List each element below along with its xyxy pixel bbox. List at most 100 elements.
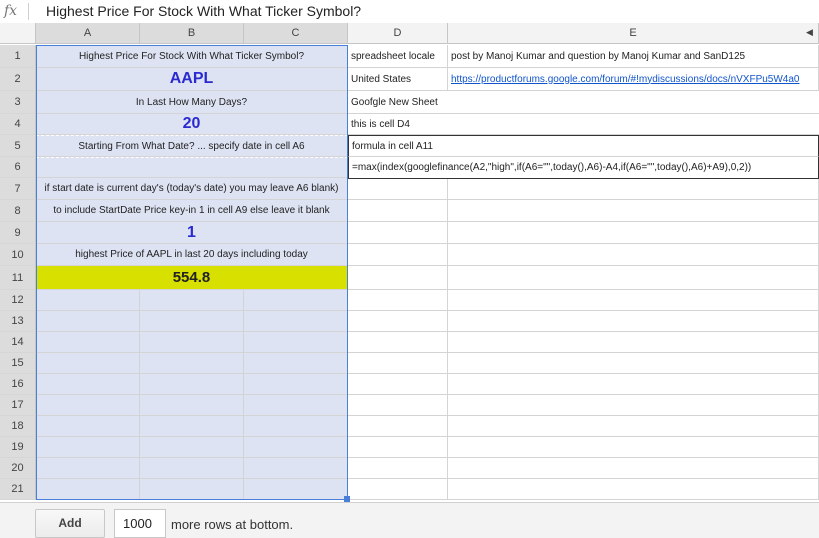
empty-cell[interactable] bbox=[244, 437, 348, 458]
empty-cell[interactable] bbox=[448, 353, 819, 374]
empty-cell[interactable] bbox=[36, 353, 140, 374]
empty-cell[interactable] bbox=[448, 222, 819, 244]
empty-cell[interactable] bbox=[244, 290, 348, 311]
empty-cell[interactable] bbox=[348, 437, 448, 458]
empty-cell[interactable] bbox=[140, 416, 244, 437]
empty-cell[interactable] bbox=[244, 458, 348, 479]
cell-a10[interactable]: highest Price of AAPL in last 20 days in… bbox=[36, 244, 348, 266]
cell-a7[interactable]: if start date is current day's (today's … bbox=[36, 178, 348, 200]
cell-a6-start-date[interactable] bbox=[36, 157, 348, 178]
row-header-9[interactable]: 9 bbox=[0, 222, 36, 244]
cell-d1[interactable]: spreadsheet locale bbox=[348, 45, 448, 68]
column-header-e[interactable]: E bbox=[448, 23, 819, 44]
cell-a8[interactable]: to include StartDate Price key-in 1 in c… bbox=[36, 200, 348, 222]
empty-cell[interactable] bbox=[448, 416, 819, 437]
cell-a1[interactable]: Highest Price For Stock With What Ticker… bbox=[36, 45, 348, 68]
empty-cell[interactable] bbox=[448, 200, 819, 222]
empty-cell[interactable] bbox=[348, 479, 448, 500]
empty-cell[interactable] bbox=[448, 290, 819, 311]
cell-a4-days[interactable]: 20 bbox=[36, 114, 348, 135]
cell-a3[interactable]: In Last How Many Days? bbox=[36, 91, 348, 114]
cell-d2[interactable]: United States bbox=[348, 68, 448, 91]
column-header-a[interactable]: A bbox=[36, 23, 140, 44]
empty-cell[interactable] bbox=[140, 395, 244, 416]
row-header-3[interactable]: 3 bbox=[0, 91, 36, 114]
empty-cell[interactable] bbox=[348, 200, 448, 222]
row-header-6[interactable]: 6 bbox=[0, 157, 36, 178]
empty-cell[interactable] bbox=[348, 178, 448, 200]
cell-e1[interactable]: post by Manoj Kumar and question by Mano… bbox=[448, 45, 819, 68]
row-header-20[interactable]: 20 bbox=[0, 458, 36, 479]
empty-cell[interactable] bbox=[140, 479, 244, 500]
empty-cell[interactable] bbox=[448, 374, 819, 395]
empty-cell[interactable] bbox=[348, 222, 448, 244]
empty-cell[interactable] bbox=[348, 244, 448, 266]
empty-cell[interactable] bbox=[140, 437, 244, 458]
empty-cell[interactable] bbox=[140, 353, 244, 374]
row-header-4[interactable]: 4 bbox=[0, 114, 36, 135]
cell-d5[interactable]: formula in cell A11 bbox=[348, 135, 819, 157]
empty-cell[interactable] bbox=[348, 311, 448, 332]
empty-cell[interactable] bbox=[244, 395, 348, 416]
empty-cell[interactable] bbox=[448, 178, 819, 200]
empty-cell[interactable] bbox=[36, 311, 140, 332]
empty-cell[interactable] bbox=[448, 437, 819, 458]
empty-cell[interactable] bbox=[348, 353, 448, 374]
empty-cell[interactable] bbox=[348, 374, 448, 395]
empty-cell[interactable] bbox=[448, 458, 819, 479]
empty-cell[interactable] bbox=[140, 290, 244, 311]
formula-input[interactable]: Highest Price For Stock With What Ticker… bbox=[46, 3, 361, 19]
row-header-13[interactable]: 13 bbox=[0, 311, 36, 332]
row-header-16[interactable]: 16 bbox=[0, 374, 36, 395]
empty-cell[interactable] bbox=[244, 416, 348, 437]
empty-cell[interactable] bbox=[448, 479, 819, 500]
empty-cell[interactable] bbox=[36, 395, 140, 416]
empty-cell[interactable] bbox=[448, 266, 819, 290]
empty-cell[interactable] bbox=[348, 395, 448, 416]
empty-cell[interactable] bbox=[244, 311, 348, 332]
empty-cell[interactable] bbox=[348, 266, 448, 290]
add-rows-button[interactable]: Add bbox=[35, 509, 105, 538]
rows-count-input[interactable]: 1000 bbox=[114, 509, 166, 538]
row-header-18[interactable]: 18 bbox=[0, 416, 36, 437]
empty-cell[interactable] bbox=[36, 332, 140, 353]
row-header-2[interactable]: 2 bbox=[0, 68, 36, 91]
cell-e2-link[interactable]: https://productforums.google.com/forum/#… bbox=[448, 68, 819, 91]
cell-a2-ticker[interactable]: AAPL bbox=[36, 68, 348, 91]
empty-cell[interactable] bbox=[348, 332, 448, 353]
empty-cell[interactable] bbox=[36, 416, 140, 437]
empty-cell[interactable] bbox=[36, 458, 140, 479]
empty-cell[interactable] bbox=[140, 311, 244, 332]
empty-cell[interactable] bbox=[448, 311, 819, 332]
cell-a11-result[interactable]: 554.8 bbox=[36, 266, 348, 290]
empty-cell[interactable] bbox=[36, 437, 140, 458]
row-header-15[interactable]: 15 bbox=[0, 353, 36, 374]
empty-cell[interactable] bbox=[140, 332, 244, 353]
empty-cell[interactable] bbox=[36, 290, 140, 311]
column-header-d[interactable]: D bbox=[348, 23, 448, 44]
row-header-10[interactable]: 10 bbox=[0, 244, 36, 266]
row-header-11[interactable]: 11 bbox=[0, 266, 36, 290]
scroll-left-arrow-icon[interactable]: ◀ bbox=[806, 27, 813, 38]
empty-cell[interactable] bbox=[348, 458, 448, 479]
cell-d6-formula[interactable]: =max(index(googlefinance(A2,"high",if(A6… bbox=[348, 157, 819, 179]
empty-cell[interactable] bbox=[36, 374, 140, 395]
cell-d3[interactable]: Goofgle New Sheet bbox=[348, 91, 819, 114]
column-header-b[interactable]: B bbox=[140, 23, 244, 44]
row-header-14[interactable]: 14 bbox=[0, 332, 36, 353]
empty-cell[interactable] bbox=[140, 458, 244, 479]
row-header-21[interactable]: 21 bbox=[0, 479, 36, 500]
column-header-c[interactable]: C bbox=[244, 23, 348, 44]
empty-cell[interactable] bbox=[448, 395, 819, 416]
row-header-17[interactable]: 17 bbox=[0, 395, 36, 416]
empty-cell[interactable] bbox=[348, 290, 448, 311]
empty-cell[interactable] bbox=[244, 353, 348, 374]
empty-cell[interactable] bbox=[244, 332, 348, 353]
cell-a9-include-flag[interactable]: 1 bbox=[36, 222, 348, 244]
empty-cell[interactable] bbox=[244, 374, 348, 395]
empty-cell[interactable] bbox=[140, 374, 244, 395]
empty-cell[interactable] bbox=[448, 332, 819, 353]
empty-cell[interactable] bbox=[448, 244, 819, 266]
select-all-corner[interactable] bbox=[0, 23, 36, 44]
row-header-5[interactable]: 5 bbox=[0, 135, 36, 157]
